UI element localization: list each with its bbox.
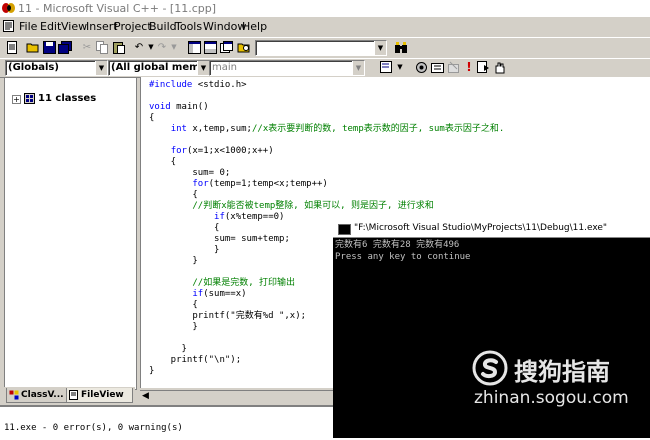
code-line[interactable]: } [149,366,154,377]
chevron-down-icon[interactable]: ▼ [374,41,386,55]
console-title-bar[interactable]: "F:\Microsoft Visual Studio\MyProjects\1… [333,220,650,238]
classes-root-label[interactable]: 11 classes [38,93,96,104]
code-line[interactable]: } [149,344,187,355]
code-line[interactable]: //如果是完数, 打印输出 [149,278,295,289]
code-line[interactable]: //判断x能否被temp整除, 如果可以, 则是因子, 进行求和 [149,201,433,212]
classview-tab-icon [9,390,19,400]
class-view-panel: + 11 classes [4,77,137,390]
tab-fileview[interactable]: FileView [66,388,133,403]
code-line[interactable]: } [149,322,197,333]
code-line[interactable]: printf("\n"); [149,355,241,366]
wizard-dropdown-icon[interactable]: ▼ [393,61,407,74]
console-title: "F:\Microsoft Visual Studio\MyProjects\1… [354,223,608,233]
function-combo[interactable]: main ▼ [209,60,365,76]
menu-build[interactable]: Build [149,20,177,33]
code-line[interactable]: sum= 0; [149,168,230,179]
visual-cpp-icon [2,3,15,13]
find-in-files-icon[interactable] [237,41,251,54]
chevron-down-icon[interactable]: ▼ [352,61,364,75]
find-combo[interactable]: ▼ [255,40,387,56]
window-title: 11 - Microsoft Visual C++ - [11.cpp] [18,2,217,15]
tab-classview[interactable]: ClassV... [6,388,72,403]
members-combo-value: (All global members [111,62,209,73]
sogou-logo-icon [472,350,508,386]
watermark-brand: 搜狗指南 [514,358,610,386]
code-line[interactable]: void main() [149,102,209,113]
fileview-tab-icon [69,390,78,400]
workspace-icon[interactable] [187,41,201,54]
chevron-down-icon[interactable]: ▼ [197,61,209,75]
function-combo-value: main [212,62,237,73]
code-line[interactable]: printf("完数有%d ",x); [149,311,306,322]
workspace-tabs: ClassV... FileView [0,387,135,404]
menu-window[interactable]: Window [203,20,246,33]
chevron-down-icon[interactable]: ▼ [95,61,107,75]
document-icon[interactable] [3,20,14,32]
menu-edit[interactable]: Edit [40,20,61,33]
menu-project[interactable]: Project [114,20,152,33]
scroll-left-icon[interactable]: ◀ [142,391,149,401]
stop-build-icon[interactable] [446,61,460,74]
console-output-line: 完数有6 完数有28 完数有496 [335,240,460,250]
menu-tools[interactable]: Tools [175,20,202,33]
code-line[interactable]: { [149,113,154,124]
code-line[interactable]: #include <stdio.h> [149,80,247,91]
hand-breakpoint-icon[interactable] [492,61,506,74]
menu-help[interactable]: Help [242,20,267,33]
code-line[interactable]: for(x=1;x<1000;x++) [149,146,274,157]
save-all-icon[interactable] [58,41,72,54]
go-icon[interactable] [476,61,490,74]
menu-insert[interactable]: Insert [86,20,118,33]
execute-icon[interactable]: ! [462,61,476,74]
window-list-icon[interactable] [219,41,233,54]
console-prompt-line: Press any key to continue [335,252,471,262]
paste-icon[interactable] [111,41,125,54]
scope-combo[interactable]: (Globals) ▼ [5,60,108,76]
horizontal-scrollbar[interactable]: ◀ [140,390,340,405]
cut-icon[interactable]: ✂ [80,41,94,54]
console-icon [338,224,351,235]
scope-combo-value: (Globals) [8,62,59,73]
save-icon[interactable] [42,41,56,54]
output-window-icon[interactable] [203,41,217,54]
classes-icon [24,93,35,104]
redo-dropdown-icon[interactable]: ▼ [167,41,181,54]
open-folder-icon[interactable] [26,41,40,54]
members-combo[interactable]: (All global members ▼ [108,60,210,76]
tab-classview-label: ClassV... [21,390,64,400]
build-result-text: 11.exe - 0 error(s), 0 warning(s) [4,423,183,433]
code-line[interactable]: { [149,300,197,311]
wizard-toolbar: (Globals) ▼ (All global members ▼ main ▼… [0,58,650,78]
code-line[interactable]: { [149,190,197,201]
watermark-url: zhinan.sogou.com [474,388,629,408]
menu-view[interactable]: View [61,20,87,33]
code-line[interactable]: } [149,245,219,256]
tab-fileview-label: FileView [81,390,124,400]
code-line[interactable]: if(x%temp==0) [149,212,284,223]
compile-icon[interactable] [414,61,428,74]
code-line[interactable]: { [149,157,176,168]
build-icon[interactable] [430,61,444,74]
menu-file[interactable]: File [19,20,37,33]
standard-toolbar: ✂ ↶ ▼ ↷ ▼ ▼ [0,37,650,59]
code-line[interactable]: sum= sum+temp; [149,234,290,245]
code-line[interactable]: if(sum==x) [149,289,246,300]
code-line[interactable]: int x,temp,sum;//x表示要判断的数, temp表示数的因子, s… [149,124,505,135]
menu-bar: File Edit View Insert Project Build Tool… [0,17,650,36]
expand-icon[interactable]: + [12,95,21,104]
copy-icon[interactable] [95,41,109,54]
wizard-actions-icon[interactable] [380,61,394,74]
code-line[interactable]: for(temp=1;temp<x;temp++) [149,179,327,190]
title-bar: 11 - Microsoft Visual C++ - [11.cpp] [0,0,650,17]
find-binoculars-icon[interactable] [394,41,408,54]
new-text-file-icon[interactable] [5,41,19,54]
code-line[interactable]: } [149,256,197,267]
code-line[interactable]: { [149,223,219,234]
